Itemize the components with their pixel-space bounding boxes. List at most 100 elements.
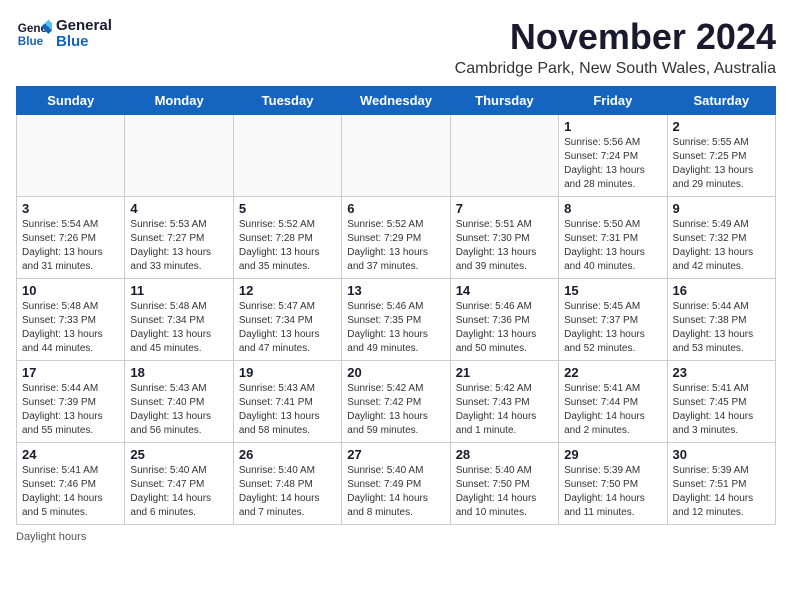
calendar-cell: 11 Sunrise: 5:48 AM Sunset: 7:34 PM Dayli…: [125, 279, 233, 361]
day-info: Sunrise: 5:43 AM Sunset: 7:40 PM Dayligh…: [130, 382, 227, 438]
day-number: 28: [456, 447, 553, 462]
day-info: Sunrise: 5:50 AM Sunset: 7:31 PM Dayligh…: [564, 218, 661, 274]
calendar-header-thursday: Thursday: [450, 87, 558, 115]
calendar: SundayMondayTuesdayWednesdayThursdayFrid…: [16, 86, 776, 525]
day-number: 17: [22, 365, 119, 380]
calendar-cell: 2 Sunrise: 5:55 AM Sunset: 7:25 PM Daylig…: [667, 115, 775, 197]
day-info: Sunrise: 5:46 AM Sunset: 7:36 PM Dayligh…: [456, 300, 553, 356]
day-number: 26: [239, 447, 336, 462]
day-number: 11: [130, 283, 227, 298]
calendar-cell: 3Sunrise: 5:54 AM Sunset: 7:26 PM Daylig…: [17, 197, 125, 279]
calendar-cell: 12Sunrise: 5:47 AM Sunset: 7:34 PM Dayli…: [233, 279, 341, 361]
main-title: November 2024: [455, 16, 776, 58]
day-info: Sunrise: 5:41 AM Sunset: 7:46 PM Dayligh…: [22, 464, 119, 520]
day-number: 10: [22, 283, 119, 298]
day-info: Sunrise: 5:56 AM Sunset: 7:24 PM Dayligh…: [564, 136, 661, 192]
calendar-cell: 18 Sunrise: 5:43 AM Sunset: 7:40 PM Dayli…: [125, 361, 233, 443]
day-number: 13: [347, 283, 444, 298]
calendar-cell: 29 Sunrise: 5:39 AM Sunset: 7:50 PM Dayli…: [559, 443, 667, 525]
day-info: Sunrise: 5:48 AM Sunset: 7:34 PM Dayligh…: [130, 300, 227, 356]
day-info: Sunrise: 5:51 AM Sunset: 7:30 PM Dayligh…: [456, 218, 553, 274]
day-number: 9: [673, 201, 770, 216]
calendar-cell: [233, 115, 341, 197]
day-info: Sunrise: 5:40 AM Sunset: 7:50 PM Dayligh…: [456, 464, 553, 520]
day-number: 5: [239, 201, 336, 216]
day-number: 7: [456, 201, 553, 216]
svg-text:Blue: Blue: [18, 35, 44, 48]
calendar-cell: 30 Sunrise: 5:39 AM Sunset: 7:51 PM Dayli…: [667, 443, 775, 525]
calendar-header-friday: Friday: [559, 87, 667, 115]
day-number: 23: [673, 365, 770, 380]
calendar-cell: 4Sunrise: 5:53 AM Sunset: 7:27 PM Daylig…: [125, 197, 233, 279]
day-info: Sunrise: 5:42 AM Sunset: 7:42 PM Dayligh…: [347, 382, 444, 438]
day-number: 6: [347, 201, 444, 216]
day-info: Sunrise: 5:39 AM Sunset: 7:51 PM Dayligh…: [673, 464, 770, 520]
day-info: Sunrise: 5:52 AM Sunset: 7:28 PM Dayligh…: [239, 218, 336, 274]
calendar-cell: 8Sunrise: 5:50 AM Sunset: 7:31 PM Daylig…: [559, 197, 667, 279]
calendar-cell: 16 Sunrise: 5:44 AM Sunset: 7:38 PM Dayli…: [667, 279, 775, 361]
day-number: 30: [673, 447, 770, 462]
calendar-cell: 26 Sunrise: 5:40 AM Sunset: 7:48 PM Dayli…: [233, 443, 341, 525]
footer-note: Daylight hours: [16, 531, 776, 543]
day-info: Sunrise: 5:52 AM Sunset: 7:29 PM Dayligh…: [347, 218, 444, 274]
logo-text-blue: Blue: [56, 34, 112, 51]
day-number: 15: [564, 283, 661, 298]
day-number: 25: [130, 447, 227, 462]
logo: General Blue General Blue: [16, 16, 112, 52]
day-info: Sunrise: 5:48 AM Sunset: 7:33 PM Dayligh…: [22, 300, 119, 356]
calendar-cell: 22 Sunrise: 5:41 AM Sunset: 7:44 PM Dayli…: [559, 361, 667, 443]
calendar-cell: 5 Sunrise: 5:52 AM Sunset: 7:28 PM Daylig…: [233, 197, 341, 279]
calendar-cell: 7 Sunrise: 5:51 AM Sunset: 7:30 PM Daylig…: [450, 197, 558, 279]
day-info: Sunrise: 5:44 AM Sunset: 7:39 PM Dayligh…: [22, 382, 119, 438]
day-info: Sunrise: 5:54 AM Sunset: 7:26 PM Dayligh…: [22, 218, 119, 274]
calendar-cell: 27Sunrise: 5:40 AM Sunset: 7:49 PM Dayli…: [342, 443, 450, 525]
calendar-cell: 1Sunrise: 5:56 AM Sunset: 7:24 PM Daylig…: [559, 115, 667, 197]
calendar-cell: 23 Sunrise: 5:41 AM Sunset: 7:45 PM Dayli…: [667, 361, 775, 443]
calendar-cell: 21 Sunrise: 5:42 AM Sunset: 7:43 PM Dayli…: [450, 361, 558, 443]
day-number: 21: [456, 365, 553, 380]
calendar-week-1: 1Sunrise: 5:56 AM Sunset: 7:24 PM Daylig…: [17, 115, 776, 197]
calendar-cell: 13 Sunrise: 5:46 AM Sunset: 7:35 PM Dayli…: [342, 279, 450, 361]
day-number: 4: [130, 201, 227, 216]
calendar-cell: 10 Sunrise: 5:48 AM Sunset: 7:33 PM Dayli…: [17, 279, 125, 361]
calendar-cell: 20 Sunrise: 5:42 AM Sunset: 7:42 PM Dayli…: [342, 361, 450, 443]
day-number: 14: [456, 283, 553, 298]
day-number: 22: [564, 365, 661, 380]
calendar-header-monday: Monday: [125, 87, 233, 115]
day-info: Sunrise: 5:41 AM Sunset: 7:45 PM Dayligh…: [673, 382, 770, 438]
day-number: 16: [673, 283, 770, 298]
day-info: Sunrise: 5:55 AM Sunset: 7:25 PM Dayligh…: [673, 136, 770, 192]
day-number: 20: [347, 365, 444, 380]
calendar-cell: 28 Sunrise: 5:40 AM Sunset: 7:50 PM Dayli…: [450, 443, 558, 525]
calendar-header-tuesday: Tuesday: [233, 87, 341, 115]
calendar-cell: 24 Sunrise: 5:41 AM Sunset: 7:46 PM Dayli…: [17, 443, 125, 525]
subtitle: Cambridge Park, New South Wales, Austral…: [455, 60, 776, 78]
day-info: Sunrise: 5:49 AM Sunset: 7:32 PM Dayligh…: [673, 218, 770, 274]
day-info: Sunrise: 5:39 AM Sunset: 7:50 PM Dayligh…: [564, 464, 661, 520]
day-number: 2: [673, 119, 770, 134]
calendar-header-wednesday: Wednesday: [342, 87, 450, 115]
day-info: Sunrise: 5:40 AM Sunset: 7:48 PM Dayligh…: [239, 464, 336, 520]
day-number: 18: [130, 365, 227, 380]
day-number: 29: [564, 447, 661, 462]
day-info: Sunrise: 5:44 AM Sunset: 7:38 PM Dayligh…: [673, 300, 770, 356]
day-number: 19: [239, 365, 336, 380]
calendar-week-2: 3Sunrise: 5:54 AM Sunset: 7:26 PM Daylig…: [17, 197, 776, 279]
day-number: 24: [22, 447, 119, 462]
calendar-cell: 9 Sunrise: 5:49 AM Sunset: 7:32 PM Daylig…: [667, 197, 775, 279]
calendar-cell: [125, 115, 233, 197]
calendar-cell: [342, 115, 450, 197]
title-section: November 2024 Cambridge Park, New South …: [455, 16, 776, 78]
calendar-cell: 14 Sunrise: 5:46 AM Sunset: 7:36 PM Dayli…: [450, 279, 558, 361]
logo-icon: General Blue: [16, 16, 52, 52]
day-info: Sunrise: 5:43 AM Sunset: 7:41 PM Dayligh…: [239, 382, 336, 438]
day-info: Sunrise: 5:42 AM Sunset: 7:43 PM Dayligh…: [456, 382, 553, 438]
day-info: Sunrise: 5:47 AM Sunset: 7:34 PM Dayligh…: [239, 300, 336, 356]
calendar-cell: 15Sunrise: 5:45 AM Sunset: 7:37 PM Dayli…: [559, 279, 667, 361]
calendar-cell: [450, 115, 558, 197]
day-number: 27: [347, 447, 444, 462]
day-info: Sunrise: 5:46 AM Sunset: 7:35 PM Dayligh…: [347, 300, 444, 356]
day-info: Sunrise: 5:41 AM Sunset: 7:44 PM Dayligh…: [564, 382, 661, 438]
logo-text-general: General: [56, 18, 112, 35]
calendar-header-row: SundayMondayTuesdayWednesdayThursdayFrid…: [17, 87, 776, 115]
